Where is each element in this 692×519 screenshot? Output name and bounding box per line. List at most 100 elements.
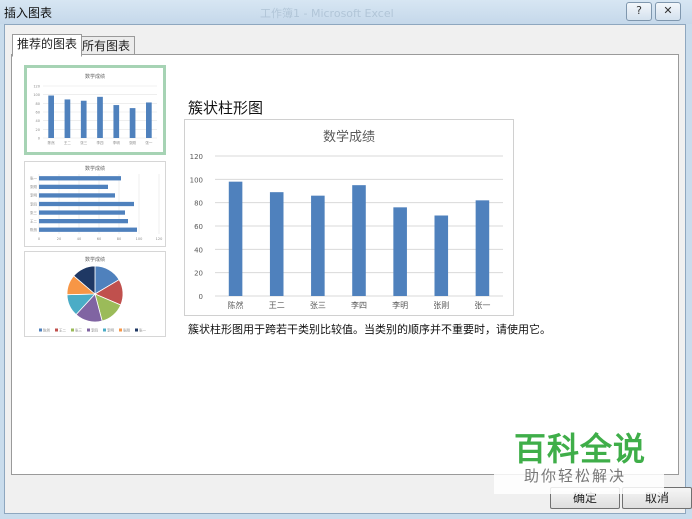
thumb-x-tick: 张三 bbox=[80, 140, 87, 145]
thumb-legend-label: 陈然 bbox=[43, 328, 50, 333]
thumb-bar bbox=[39, 227, 137, 232]
chart-title: 数学成绩 bbox=[323, 129, 375, 145]
thumb-legend-swatch bbox=[55, 328, 58, 332]
thumbnail-clustered-column[interactable]: 数学成绩 0 20 40 60 80 100 120 陈然 王二 张三 李四 李明 张刚 张一 bbox=[24, 65, 166, 155]
close-button[interactable]: ✕ bbox=[655, 2, 681, 21]
thumb-legend-label: 李四 bbox=[91, 328, 98, 333]
thumb-bar bbox=[64, 99, 71, 138]
thumb-y-tick: 李明 bbox=[30, 193, 37, 198]
chart-description: 簇状柱形图用于跨若干类别比较值。当类别的顺序并不重要时，请使用它。 bbox=[188, 323, 551, 336]
x-tick-label: 李明 bbox=[392, 300, 408, 310]
x-tick-label: 王二 bbox=[269, 301, 285, 310]
thumb-bar bbox=[39, 219, 128, 224]
thumb-x-tick: 李四 bbox=[97, 140, 104, 145]
thumb-x-tick: 120 bbox=[156, 237, 163, 241]
thumb-x-tick: 20 bbox=[57, 237, 61, 241]
thumb-y-tick: 60 bbox=[36, 111, 40, 115]
thumb-x-tick: 陈然 bbox=[48, 140, 55, 145]
thumb-legend-swatch bbox=[103, 328, 106, 332]
x-tick-label: 张刚 bbox=[433, 301, 449, 310]
thumb-x-tick: 李明 bbox=[113, 140, 120, 145]
y-tick-label: 120 bbox=[190, 153, 203, 161]
main-column-chart: 数学成绩 0 20 40 60 80 100 120 陈然 王二 张三 李四 李明 张刚 张一 bbox=[190, 129, 503, 310]
thumb-x-tick: 张一 bbox=[145, 140, 152, 145]
thumb-legend-swatch bbox=[119, 328, 122, 332]
thumb-y-tick: 20 bbox=[36, 128, 40, 132]
thumb-legend-swatch bbox=[39, 328, 42, 332]
thumb-legend-swatch bbox=[71, 328, 74, 332]
thumb-legend-label: 王二 bbox=[59, 329, 66, 333]
thumb-x-tick: 80 bbox=[117, 237, 121, 241]
bar bbox=[475, 200, 490, 296]
chart-preview: 数学成绩 0 20 40 60 80 100 120 陈然 王二 张三 李四 李明 张刚 张一 bbox=[184, 119, 514, 316]
thumb-x-tick: 100 bbox=[136, 237, 143, 241]
thumbnail-title: 数学成绩 bbox=[85, 73, 105, 80]
tab-all-charts[interactable]: 所有图表 bbox=[77, 36, 136, 56]
y-tick-label: 20 bbox=[194, 270, 203, 278]
thumb-x-tick: 60 bbox=[97, 237, 101, 241]
y-tick-label: 100 bbox=[190, 176, 203, 184]
thumb-bar bbox=[129, 108, 136, 138]
thumb-y-tick: 张刚 bbox=[30, 184, 37, 189]
thumbnail-pie-chart: 数学成绩 陈然 王二 张三 李四 李明 张刚 张一 bbox=[39, 256, 146, 333]
thumb-y-tick: 李四 bbox=[30, 201, 37, 206]
thumb-bar bbox=[39, 184, 108, 189]
bar bbox=[311, 195, 325, 296]
thumb-legend-swatch bbox=[87, 328, 90, 332]
watermark: 百科全说 助你轻松解决 bbox=[494, 420, 664, 494]
bar bbox=[434, 215, 449, 296]
bar bbox=[352, 185, 366, 296]
watermark-slogan: 助你轻松解决 bbox=[524, 467, 627, 485]
thumb-x-tick: 张刚 bbox=[129, 140, 136, 145]
bar bbox=[393, 207, 407, 296]
thumb-y-tick: 张一 bbox=[30, 176, 37, 181]
tab-panel: 数学成绩 0 20 40 60 80 100 120 陈然 王二 张三 李四 李明 张刚 张一 数学成绩 … bbox=[11, 54, 679, 475]
thumb-bar bbox=[39, 176, 121, 181]
thumbnail-pie[interactable]: 数学成绩 陈然 王二 张三 李四 李明 张刚 张一 bbox=[24, 251, 166, 337]
title-bar: 插入图表 工作簿1 - Microsoft Excel ? ✕ bbox=[0, 0, 692, 24]
thumb-y-tick: 陈然 bbox=[30, 227, 37, 232]
thumb-x-tick: 王二 bbox=[64, 141, 71, 145]
thumb-legend-label: 张刚 bbox=[123, 328, 130, 333]
background-window-title: 工作簿1 - Microsoft Excel bbox=[260, 7, 394, 20]
thumb-bar bbox=[39, 210, 125, 215]
bar bbox=[269, 192, 284, 296]
thumb-x-tick: 40 bbox=[77, 237, 81, 241]
thumb-legend-label: 张三 bbox=[75, 328, 82, 333]
chart-type-heading: 簇状柱形图 bbox=[188, 99, 264, 117]
thumb-x-tick: 0 bbox=[38, 237, 40, 241]
thumb-legend-swatch bbox=[135, 328, 138, 332]
y-tick-label: 40 bbox=[194, 246, 203, 254]
thumb-y-tick: 40 bbox=[36, 119, 40, 123]
thumb-bar bbox=[146, 102, 152, 138]
tab-recommended-charts[interactable]: 推荐的图表 bbox=[12, 34, 83, 57]
thumbnail-title: 数学成绩 bbox=[85, 165, 105, 172]
y-tick-label: 60 bbox=[194, 223, 203, 231]
thumb-y-tick: 120 bbox=[33, 85, 40, 89]
thumb-y-tick: 0 bbox=[38, 137, 40, 141]
thumb-bar bbox=[48, 95, 54, 138]
thumb-legend-label: 李明 bbox=[107, 328, 114, 333]
thumbnail-title: 数学成绩 bbox=[85, 256, 105, 263]
dialog-title: 插入图表 bbox=[4, 6, 53, 20]
thumb-y-tick: 80 bbox=[36, 102, 40, 106]
x-tick-label: 陈然 bbox=[228, 300, 244, 310]
x-tick-label: 张三 bbox=[310, 301, 326, 310]
thumb-bar bbox=[39, 201, 134, 207]
thumb-bar bbox=[113, 105, 120, 138]
x-tick-label: 张一 bbox=[474, 301, 490, 310]
thumb-y-tick: 100 bbox=[33, 93, 40, 97]
help-button[interactable]: ? bbox=[626, 2, 652, 21]
thumb-legend-label: 张一 bbox=[139, 328, 146, 333]
y-tick-label: 0 bbox=[199, 293, 203, 301]
thumb-bar bbox=[97, 96, 103, 138]
thumb-y-tick: 王二 bbox=[30, 219, 37, 223]
x-tick-label: 李四 bbox=[351, 300, 367, 310]
watermark-brand: 百科全说 bbox=[514, 430, 647, 468]
thumb-bar bbox=[80, 100, 87, 138]
thumbnail-bar-chart: 数学成绩 0 20 40 60 80 100 120 张一张刚李明李四张三王二陈然 bbox=[30, 165, 163, 241]
thumbnail-clustered-bar[interactable]: 数学成绩 0 20 40 60 80 100 120 张一 张刚 李明 李四 张三 王二 陈然 bbox=[24, 161, 166, 247]
thumb-bar bbox=[39, 193, 115, 198]
thumbnail-column-chart: 数学成绩 0 20 40 60 80 100 120 陈然 王二 张三 李四 李明 张刚 张一 bbox=[33, 73, 157, 145]
y-tick-label: 80 bbox=[194, 200, 203, 208]
